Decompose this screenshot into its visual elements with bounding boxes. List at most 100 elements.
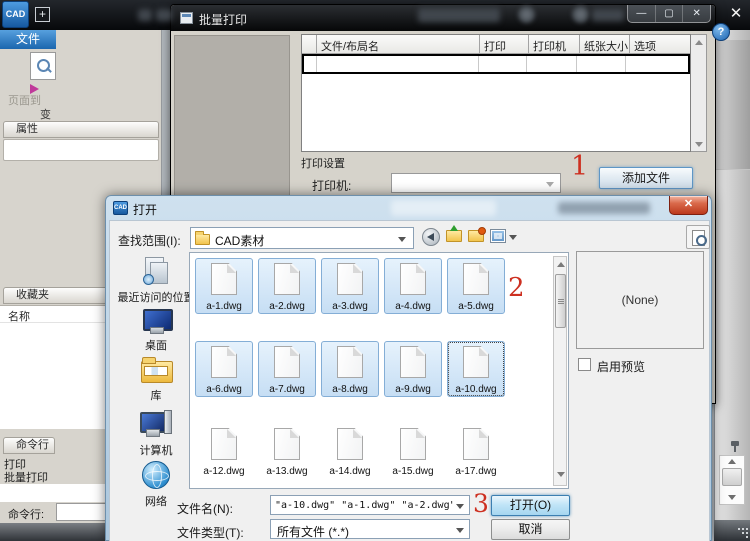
preview-pane: (None): [576, 251, 704, 349]
add-file-button[interactable]: 添加文件: [599, 167, 693, 189]
maximize-button[interactable]: ▢: [656, 5, 684, 22]
blurred-account-icon: [518, 6, 535, 23]
help-button[interactable]: ?: [712, 23, 730, 41]
look-in-label: 查找范围(I):: [118, 234, 181, 248]
dwg-file-icon: [337, 346, 363, 378]
properties-field[interactable]: [3, 139, 159, 161]
blurred-title-text: [418, 8, 500, 22]
file-item[interactable]: a-14.dwg: [321, 424, 379, 480]
commandline-panel-header[interactable]: 命令行: [3, 437, 55, 454]
annotation-3: 3: [473, 489, 489, 518]
blurred-title-text: [592, 9, 624, 21]
file-item[interactable]: a-9.dwg: [384, 341, 442, 397]
filetype-select[interactable]: 所有文件 (*.*): [270, 519, 470, 539]
chevron-down-icon[interactable]: [456, 504, 464, 509]
right-panel-section: [714, 40, 750, 170]
look-in-select[interactable]: CAD素材: [190, 227, 414, 249]
annotation-1: 1: [571, 151, 589, 182]
properties-panel-header[interactable]: 属性: [3, 121, 159, 138]
dwg-file-icon: [400, 346, 426, 378]
new-folder-button[interactable]: [468, 227, 486, 242]
table-scrollbar[interactable]: [691, 34, 707, 152]
magnifier-icon[interactable]: [30, 52, 56, 80]
file-item[interactable]: a-4.dwg: [384, 258, 442, 314]
printer-select[interactable]: [391, 173, 561, 193]
recent-places-icon: [143, 257, 169, 285]
file-item-focused[interactable]: a-10.dwg: [447, 341, 505, 397]
blurred-title-text: [558, 202, 650, 214]
window-icon: [180, 12, 193, 24]
close-button[interactable]: ✕: [683, 5, 710, 22]
annotation-2: 2: [508, 273, 525, 303]
file-item[interactable]: a-15.dwg: [384, 424, 442, 480]
file-item[interactable]: a-7.dwg: [258, 341, 316, 397]
views-button[interactable]: [490, 229, 506, 243]
desktop-icon: [141, 309, 173, 334]
dialog-title: 打开: [133, 203, 158, 217]
column-header[interactable]: 选项: [630, 35, 690, 54]
enable-preview-checkbox[interactable]: [578, 358, 591, 371]
table-row[interactable]: [302, 54, 690, 74]
page-setup-label: 页面到: [8, 95, 41, 107]
column-header[interactable]: 打印: [480, 35, 529, 54]
libraries-icon: [141, 357, 173, 383]
file-item[interactable]: a-17.dwg: [447, 424, 505, 480]
preview-pane-button[interactable]: [686, 225, 710, 249]
pin-icon[interactable]: [731, 441, 739, 452]
column-header[interactable]: 纸张大小: [580, 35, 630, 54]
dwg-file-icon: [211, 346, 237, 378]
file-item[interactable]: a-1.dwg: [195, 258, 253, 314]
table-cell: [304, 56, 317, 72]
chevron-down-icon[interactable]: [456, 528, 464, 533]
scroll-down-icon[interactable]: [557, 472, 565, 477]
folder-icon: [195, 231, 210, 245]
tab-file[interactable]: 文件: [0, 30, 56, 49]
table-cell: [479, 56, 527, 72]
new-tab-button[interactable]: +: [35, 7, 50, 22]
screen: CAD + ✕ ? 文件 页面到 变 属性 收藏夹 名称 命令行 打印 批量打印…: [0, 0, 750, 541]
open-button[interactable]: 打开(O): [491, 495, 570, 516]
dwg-file-icon: [463, 346, 489, 378]
dialog-close-button[interactable]: ✕: [669, 196, 708, 215]
file-item[interactable]: a-5.dwg: [447, 258, 505, 314]
file-item[interactable]: a-3.dwg: [321, 258, 379, 314]
file-item[interactable]: a-2.dwg: [258, 258, 316, 314]
scroll-up-icon[interactable]: [728, 459, 736, 464]
file-item[interactable]: a-6.dwg: [195, 341, 253, 397]
file-item[interactable]: a-13.dwg: [258, 424, 316, 480]
app-close-button[interactable]: ✕: [725, 4, 747, 24]
dialog-body: 查找范围(I): CAD素材 最近访问的位置 桌面 库 计算机 网络 a-1.d…: [109, 220, 710, 541]
scrollbar-thumb[interactable]: [554, 274, 566, 328]
up-one-level-button[interactable]: [446, 225, 462, 242]
chevron-down-icon[interactable]: [509, 235, 517, 240]
filename-label: 文件名(N):: [177, 502, 233, 516]
printer-label: 打印机:: [312, 179, 352, 193]
dwg-file-icon: [337, 428, 363, 460]
scrollbar-thumb[interactable]: [722, 468, 742, 486]
scroll-down-icon[interactable]: [728, 495, 736, 500]
commandline-label: 命令行:: [8, 509, 45, 521]
blurred-account-icon: [572, 6, 589, 23]
scroll-up-icon[interactable]: [557, 262, 565, 267]
file-item[interactable]: a-12.dwg: [195, 424, 253, 480]
dwg-file-icon: [463, 263, 489, 295]
column-header[interactable]: 打印机: [529, 35, 580, 54]
scroll-up-icon[interactable]: [695, 40, 703, 45]
window-controls: — ▢ ✕: [627, 5, 711, 23]
dwg-file-icon: [274, 428, 300, 460]
app-logo[interactable]: CAD: [2, 1, 29, 28]
dwg-file-icon: [274, 346, 300, 378]
minimize-button[interactable]: —: [628, 5, 656, 22]
scroll-down-icon[interactable]: [695, 142, 703, 147]
filename-input[interactable]: "a-10.dwg" "a-1.dwg" "a-2.dwg" "a-3.d: [270, 495, 470, 515]
back-button[interactable]: [422, 228, 440, 246]
resize-grip[interactable]: [738, 528, 740, 530]
dwg-file-icon: [337, 263, 363, 295]
print-settings-label: 打印设置: [301, 158, 345, 170]
glass-reflection: [391, 200, 496, 216]
filename-value: "a-10.dwg" "a-1.dwg" "a-2.dwg" "a-3.d: [275, 500, 453, 511]
file-item[interactable]: a-8.dwg: [321, 341, 379, 397]
cancel-button[interactable]: 取消: [491, 519, 570, 540]
column-header[interactable]: 文件/布局名: [317, 35, 480, 54]
chevron-down-icon[interactable]: [398, 237, 406, 242]
